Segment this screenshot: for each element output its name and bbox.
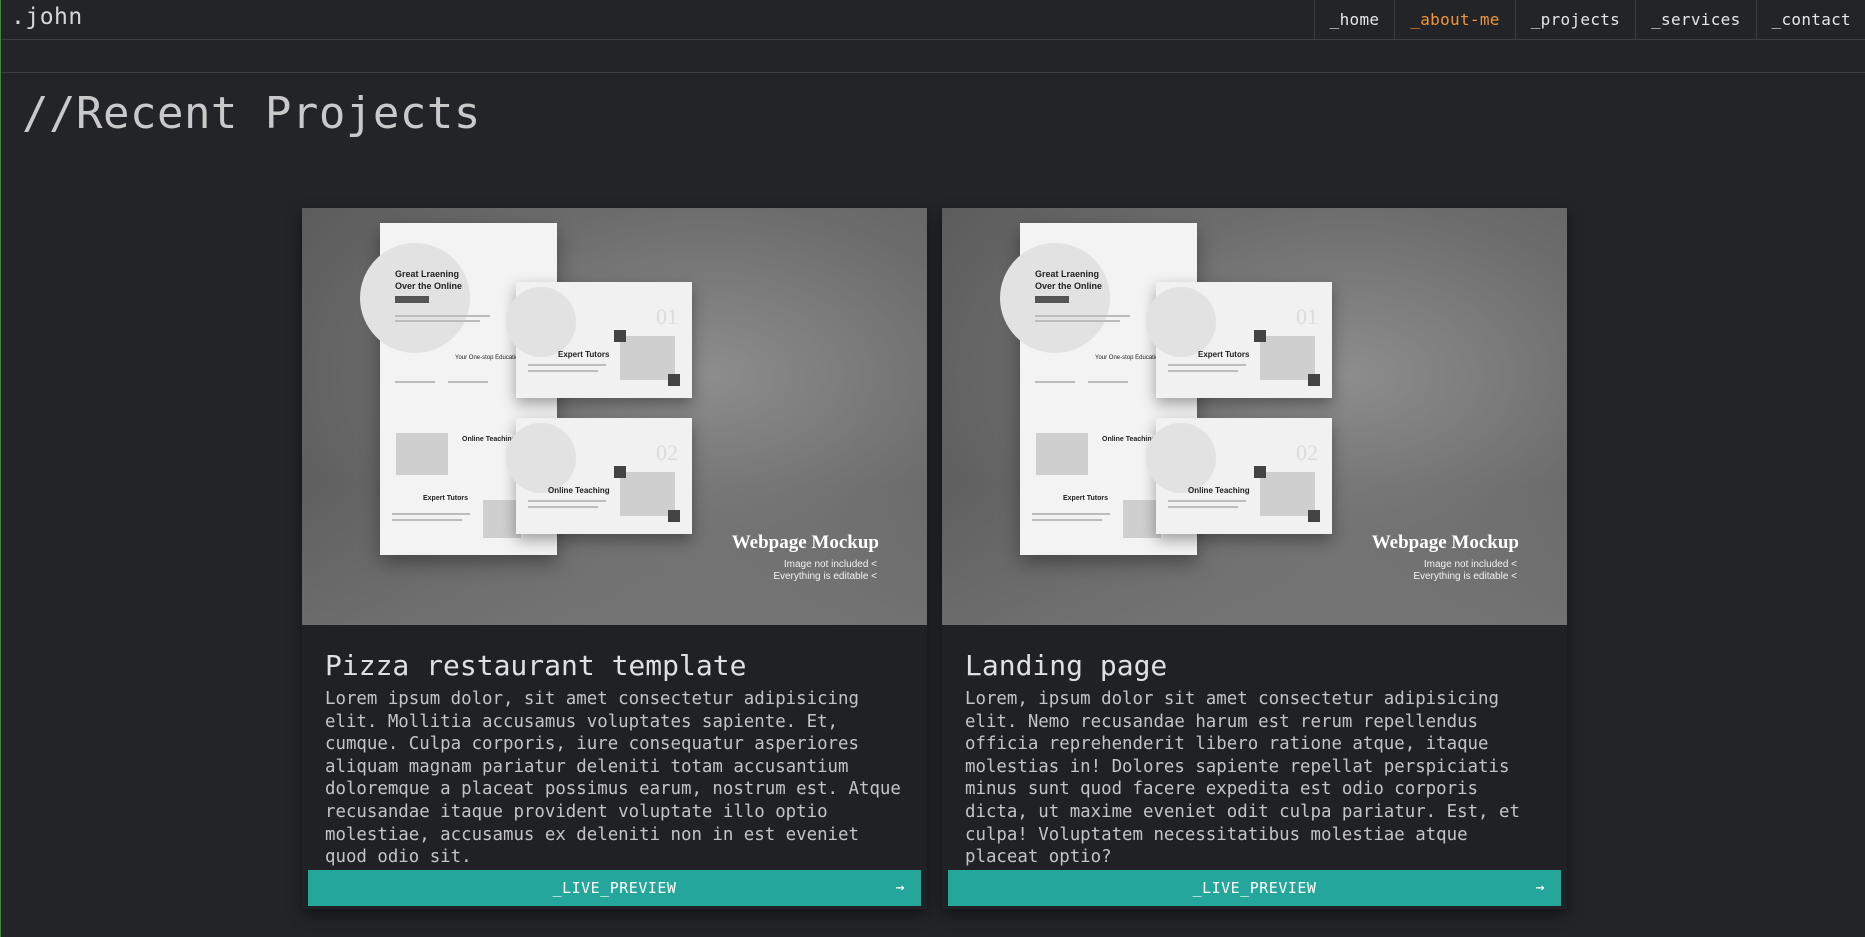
mockup-card-title: Expert Tutors: [558, 350, 610, 359]
mockup-text-line: [1032, 519, 1102, 521]
mockup-image-box: [396, 433, 448, 475]
nav-links: _home _about-me _projects _services _con…: [1313, 0, 1865, 39]
mockup-image-box: [1260, 472, 1315, 516]
mockup-corner: [668, 374, 680, 386]
mockup-circle: [506, 287, 576, 357]
mockup-label-title: Webpage Mockup: [731, 532, 879, 553]
mockup-hero-title: Over the Online: [1035, 281, 1103, 291]
mockup-strip-title: Expert Tutors: [1063, 495, 1108, 502]
mockup-text-line: [1035, 315, 1130, 317]
mockup-number: 01: [656, 304, 678, 329]
mockup-text-line: [392, 519, 462, 521]
mockup-corner: [1308, 374, 1320, 386]
mockup-text-line: [1168, 500, 1246, 502]
mockup-corner: [1254, 330, 1266, 342]
page: .john _home _about-me _projects _service…: [0, 0, 1865, 937]
mockup-corner: [1308, 510, 1320, 522]
project-thumbnail: Great Lraening Over the Online Your One-…: [302, 208, 927, 625]
mockup-strip-title: Online Teaching: [1102, 436, 1156, 443]
mockup-text-line: [1035, 381, 1075, 383]
mockup-strip-title: Your One-stop Education: [1095, 355, 1162, 361]
mockup-image-box: [620, 336, 675, 380]
live-preview-button[interactable]: _LIVE_PREVIEW →: [948, 870, 1561, 906]
mockup-text-line: [1168, 370, 1238, 372]
nav-link-projects[interactable]: _projects: [1514, 0, 1635, 39]
live-preview-label: _LIVE_PREVIEW: [552, 879, 677, 897]
mockup-hero-button: [1035, 296, 1069, 303]
nav-link-home[interactable]: _home: [1313, 0, 1395, 39]
mockup-text-line: [1088, 381, 1128, 383]
mockup-text-line: [528, 506, 598, 508]
mockup-text-line: [1035, 320, 1120, 322]
mockup-text-line: [528, 500, 606, 502]
mockup-card-title: Online Teaching: [548, 486, 610, 495]
nav-link-services[interactable]: _services: [1635, 0, 1755, 39]
mockup-text-line: [1168, 506, 1238, 508]
mockup-page-small: 01 Expert Tutors: [1146, 282, 1332, 398]
mockup-hero-title: Great Lraening: [395, 269, 460, 279]
project-card: Great Lraening Over the Online Your One-…: [942, 208, 1567, 909]
live-preview-button[interactable]: _LIVE_PREVIEW →: [308, 870, 921, 906]
mockup-text-line: [392, 513, 470, 515]
mockup-text-line: [528, 370, 598, 372]
mockup-strip-title: Online Teaching: [462, 436, 516, 443]
mockup-label-line: Image not included <: [1423, 559, 1517, 570]
nav-link-contact[interactable]: _contact: [1755, 0, 1865, 39]
mockup-corner: [668, 510, 680, 522]
mockup-circle: [506, 423, 576, 493]
section-title: //Recent Projects: [22, 88, 481, 139]
mockup-image-box: [1036, 433, 1088, 475]
mockup-hero-title: Over the Online: [395, 281, 463, 291]
mockup-number: 01: [1296, 304, 1318, 329]
mockup-image-box: [1260, 336, 1315, 380]
project-description: Lorem, ipsum dolor sit amet consectetur …: [965, 689, 1520, 868]
mockup-text-line: [528, 364, 606, 366]
mockup-text-line: [1168, 364, 1246, 366]
mockup-page-small: 01 Expert Tutors: [506, 282, 692, 398]
project-card: Great Lraening Over the Online Your One-…: [302, 208, 927, 909]
project-thumbnail: Great Lraening Over the Online Your One-…: [942, 208, 1567, 625]
mockup-page-small: 02 Online Teaching: [506, 418, 692, 534]
arrow-right-icon: →: [1535, 878, 1545, 896]
mockup-circle: [1146, 287, 1216, 357]
mockup-hero-button: [395, 296, 429, 303]
mockup-text-line: [395, 315, 490, 317]
nav-link-about-me[interactable]: _about-me: [1394, 0, 1514, 39]
nav-sub-bar: [1, 40, 1865, 73]
mockup-strip-title: Your One-stop Education: [455, 355, 522, 361]
project-description: Lorem ipsum dolor, sit amet consectetur …: [325, 689, 901, 868]
mockup-label-line: Everything is editable <: [1413, 571, 1517, 582]
project-title: Pizza restaurant template: [325, 649, 747, 682]
mockup-card-title: Online Teaching: [1188, 486, 1250, 495]
mockup-text-line: [395, 381, 435, 383]
mockup-corner: [614, 330, 626, 342]
mockup-page-small: 02 Online Teaching: [1146, 418, 1332, 534]
mockup-card-title: Expert Tutors: [1198, 350, 1250, 359]
mockup-corner: [1254, 466, 1266, 478]
mockup-corner: [614, 466, 626, 478]
live-preview-label: _LIVE_PREVIEW: [1192, 879, 1317, 897]
top-nav: .john _home _about-me _projects _service…: [1, 0, 1865, 40]
mockup-strip-title: Expert Tutors: [423, 495, 468, 502]
project-title: Landing page: [965, 649, 1168, 682]
mockup-label-title: Webpage Mockup: [1371, 532, 1519, 553]
mockup-image-box: [620, 472, 675, 516]
mockup-number: 02: [1296, 440, 1318, 465]
mockup-text-line: [395, 320, 480, 322]
mockup-number: 02: [656, 440, 678, 465]
mockup-text-line: [1032, 513, 1110, 515]
mockup-circle: [1146, 423, 1216, 493]
mockup-label-sub: Image not included < Everything is edita…: [773, 559, 877, 583]
mockup-label-line: Image not included <: [783, 559, 877, 570]
mockup-text-line: [448, 381, 488, 383]
arrow-right-icon: →: [895, 878, 905, 896]
mockup-hero-title: Great Lraening: [1035, 269, 1100, 279]
mockup-label-line: Everything is editable <: [773, 571, 877, 582]
site-logo[interactable]: .john: [11, 4, 83, 30]
mockup-label-sub: Image not included < Everything is edita…: [1413, 559, 1517, 583]
